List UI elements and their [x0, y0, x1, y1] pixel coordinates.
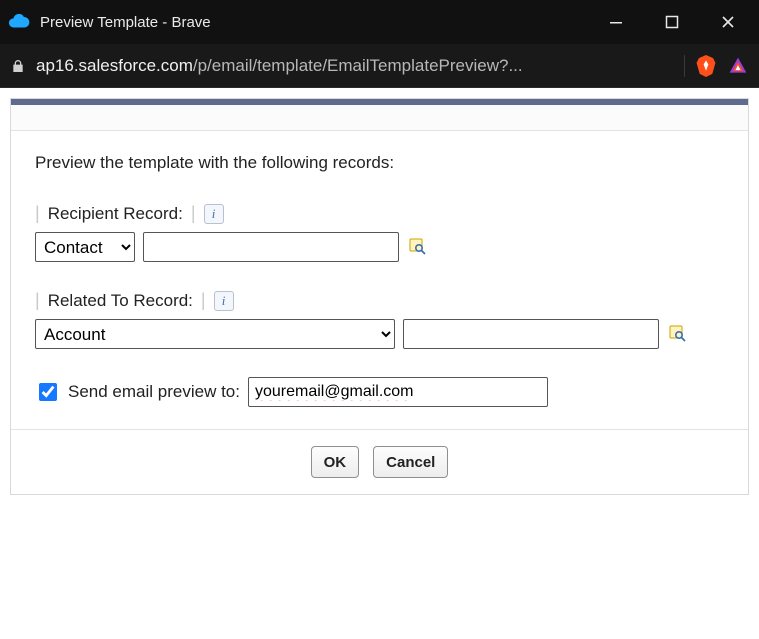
related-controls: Account: [35, 319, 724, 349]
separator: |: [35, 290, 40, 311]
lock-icon: [10, 58, 26, 74]
card-footer: OK Cancel: [11, 430, 748, 494]
address-bar[interactable]: ap16.salesforce.com/p/email/template/Ema…: [0, 44, 759, 88]
window-title: Preview Template - Brave: [40, 14, 593, 31]
send-preview-checkbox[interactable]: [39, 383, 57, 401]
recipient-value-input[interactable]: [143, 232, 399, 262]
separator: |: [201, 290, 206, 311]
related-value-input[interactable]: [403, 319, 659, 349]
recipient-label-row: | Recipient Record: | i: [35, 203, 724, 224]
salesforce-cloud-icon: [8, 11, 30, 33]
bat-icon[interactable]: [727, 55, 749, 77]
brave-icon[interactable]: [695, 55, 717, 77]
related-label-row: | Related To Record: | i: [35, 290, 724, 311]
page-heading: Preview the template with the following …: [35, 153, 724, 173]
separator: |: [35, 203, 40, 224]
lookup-icon[interactable]: [667, 323, 689, 345]
card-body: Preview the template with the following …: [11, 131, 748, 430]
url-path: /p/email/template/EmailTemplatePreview?.…: [193, 56, 523, 75]
window-titlebar: Preview Template - Brave: [0, 0, 759, 44]
send-preview-row: Send email preview to:: [35, 377, 724, 407]
close-button[interactable]: [705, 0, 751, 44]
send-preview-email-input[interactable]: [248, 377, 548, 407]
url-host: ap16.salesforce.com: [36, 56, 193, 75]
maximize-button[interactable]: [649, 0, 695, 44]
preview-card: Preview the template with the following …: [10, 98, 749, 495]
window-controls: [593, 0, 751, 44]
info-icon[interactable]: i: [204, 204, 224, 224]
lookup-icon[interactable]: [407, 236, 429, 258]
recipient-controls: Contact: [35, 232, 724, 262]
separator: |: [191, 203, 196, 224]
cancel-button[interactable]: Cancel: [373, 446, 448, 478]
info-icon[interactable]: i: [214, 291, 234, 311]
related-type-select[interactable]: Account: [35, 319, 395, 349]
send-preview-label: Send email preview to:: [68, 382, 240, 402]
page-content: Preview the template with the following …: [0, 88, 759, 505]
recipient-label: Recipient Record:: [48, 204, 183, 224]
separator: [684, 55, 685, 77]
card-spacer: [11, 105, 748, 131]
url-display[interactable]: ap16.salesforce.com/p/email/template/Ema…: [36, 56, 674, 76]
recipient-type-select[interactable]: Contact: [35, 232, 135, 262]
ok-button[interactable]: OK: [311, 446, 360, 478]
minimize-button[interactable]: [593, 0, 639, 44]
related-label: Related To Record:: [48, 291, 193, 311]
